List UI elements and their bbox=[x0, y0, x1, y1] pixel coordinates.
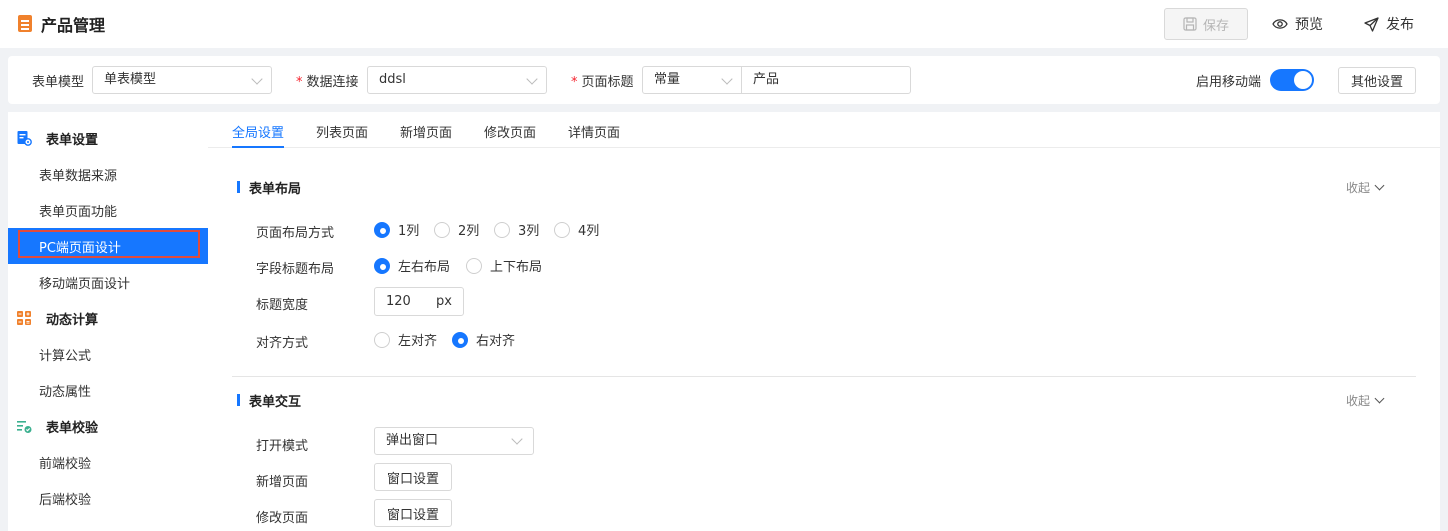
collapse-toggle-layout[interactable]: 收起 bbox=[1346, 179, 1385, 196]
top-header: 产品管理 保存 预览 发布 bbox=[0, 0, 1448, 48]
data-conn-label: * 数据连接 bbox=[296, 75, 359, 90]
form-settings-icon bbox=[16, 130, 32, 146]
page-title-input[interactable]: 产品 bbox=[741, 66, 911, 94]
radio-1-column[interactable]: 1列 bbox=[374, 220, 419, 239]
save-button[interactable]: 保存 bbox=[1164, 8, 1248, 40]
open-mode-label: 打开模式 bbox=[256, 439, 309, 454]
tab-detail-page[interactable]: 详情页面 bbox=[568, 122, 620, 141]
sidebar-item-frontend-validation[interactable]: 前端校验 bbox=[8, 444, 208, 480]
form-model-value: 单表模型 bbox=[104, 72, 157, 87]
form-model-label: 表单模型 bbox=[32, 75, 85, 90]
mobile-toggle-label: 启用移动端 bbox=[1196, 75, 1262, 90]
page-title-type-select[interactable]: 常量 bbox=[642, 66, 742, 94]
radio-4-columns[interactable]: 4列 bbox=[554, 220, 599, 239]
sidebar-group-form-settings[interactable]: 表单设置 bbox=[8, 120, 208, 156]
edit-page-label: 修改页面 bbox=[256, 511, 309, 526]
save-label: 保存 bbox=[1202, 18, 1229, 34]
sidebar-group-form-validation[interactable]: 表单校验 bbox=[8, 408, 208, 444]
page-title-label: * 页面标题 bbox=[571, 75, 634, 90]
publish-button[interactable]: 发布 bbox=[1364, 8, 1414, 40]
page-layout-label: 页面布局方式 bbox=[256, 226, 335, 241]
mobile-toggle[interactable] bbox=[1270, 69, 1314, 91]
chevron-down-icon bbox=[251, 73, 263, 85]
chevron-down-icon bbox=[526, 73, 538, 85]
data-conn-select[interactable]: ddsl bbox=[367, 66, 547, 94]
calculator-icon bbox=[16, 310, 32, 326]
sidebar-item-backend-validation[interactable]: 后端校验 bbox=[8, 480, 208, 516]
publish-label: 发布 bbox=[1386, 17, 1414, 33]
radio-align-left[interactable]: 左对齐 bbox=[374, 330, 437, 349]
tab-bar: 全局设置 列表页面 新增页面 修改页面 详情页面 bbox=[208, 112, 1440, 148]
config-bar: 表单模型 单表模型 * 数据连接 ddsl * 页面标题 常量 产品 启用移动端 其… bbox=[8, 56, 1440, 104]
sidebar-item-form-data-source[interactable]: 表单数据来源 bbox=[8, 156, 208, 192]
eye-icon bbox=[1272, 18, 1288, 30]
collapse-toggle-interaction[interactable]: 收起 bbox=[1346, 392, 1385, 409]
section-divider bbox=[232, 376, 1416, 377]
align-label: 对齐方式 bbox=[256, 336, 309, 351]
radio-3-columns[interactable]: 3列 bbox=[494, 220, 539, 239]
chevron-down-icon bbox=[721, 73, 733, 85]
tab-list-page[interactable]: 列表页面 bbox=[316, 122, 368, 141]
new-page-window-settings-button[interactable]: 窗口设置 bbox=[374, 463, 452, 491]
radio-2-columns[interactable]: 2列 bbox=[434, 220, 479, 239]
sidebar-item-mobile-page-design[interactable]: 移动端页面设计 bbox=[8, 264, 208, 300]
open-mode-select[interactable]: 弹出窗口 bbox=[374, 427, 534, 455]
sidebar-item-form-page-function[interactable]: 表单页面功能 bbox=[8, 192, 208, 228]
chevron-down-icon bbox=[1374, 393, 1385, 404]
sidebar: 表单设置 表单数据来源 表单页面功能 PC端页面设计 移动端页面设计 动态计算 … bbox=[8, 112, 208, 531]
send-icon bbox=[1364, 16, 1379, 32]
sidebar-item-calc-formula[interactable]: 计算公式 bbox=[8, 336, 208, 372]
edit-page-window-settings-button[interactable]: 窗口设置 bbox=[374, 499, 452, 527]
chevron-down-icon bbox=[1374, 180, 1385, 191]
preview-button[interactable]: 预览 bbox=[1272, 8, 1323, 40]
main-panel: 全局设置 列表页面 新增页面 修改页面 详情页面 表单布局 收起 页面布局方式 … bbox=[208, 112, 1440, 531]
tab-global-settings[interactable]: 全局设置 bbox=[232, 122, 285, 148]
tab-add-page[interactable]: 新增页面 bbox=[400, 122, 452, 141]
radio-left-right-layout[interactable]: 左右布局 bbox=[374, 256, 450, 275]
document-icon bbox=[18, 15, 32, 32]
radio-top-bottom-layout[interactable]: 上下布局 bbox=[466, 256, 542, 275]
new-page-label: 新增页面 bbox=[256, 475, 309, 490]
highlight-box bbox=[18, 230, 200, 258]
page-title-type-value: 常量 bbox=[654, 72, 681, 87]
title-width-input[interactable]: 120 px bbox=[374, 287, 464, 316]
save-icon bbox=[1183, 17, 1197, 31]
section-title-form-layout: 表单布局 bbox=[237, 178, 301, 197]
page-title: 产品管理 bbox=[41, 16, 106, 35]
form-model-select[interactable]: 单表模型 bbox=[92, 66, 272, 94]
other-settings-button[interactable]: 其他设置 bbox=[1338, 67, 1416, 94]
chevron-down-icon bbox=[511, 433, 523, 445]
preview-label: 预览 bbox=[1295, 17, 1323, 33]
sidebar-group-dynamic-calc[interactable]: 动态计算 bbox=[8, 300, 208, 336]
sidebar-item-pc-page-design[interactable]: PC端页面设计 bbox=[8, 228, 208, 264]
section-title-form-interaction: 表单交互 bbox=[237, 391, 301, 410]
sidebar-item-dynamic-attr[interactable]: 动态属性 bbox=[8, 372, 208, 408]
radio-align-right[interactable]: 右对齐 bbox=[452, 330, 515, 349]
field-title-layout-label: 字段标题布局 bbox=[256, 262, 335, 277]
tab-edit-page[interactable]: 修改页面 bbox=[484, 122, 536, 141]
data-conn-value: ddsl bbox=[379, 72, 406, 87]
checklist-icon bbox=[16, 418, 32, 434]
title-width-label: 标题宽度 bbox=[256, 298, 309, 313]
